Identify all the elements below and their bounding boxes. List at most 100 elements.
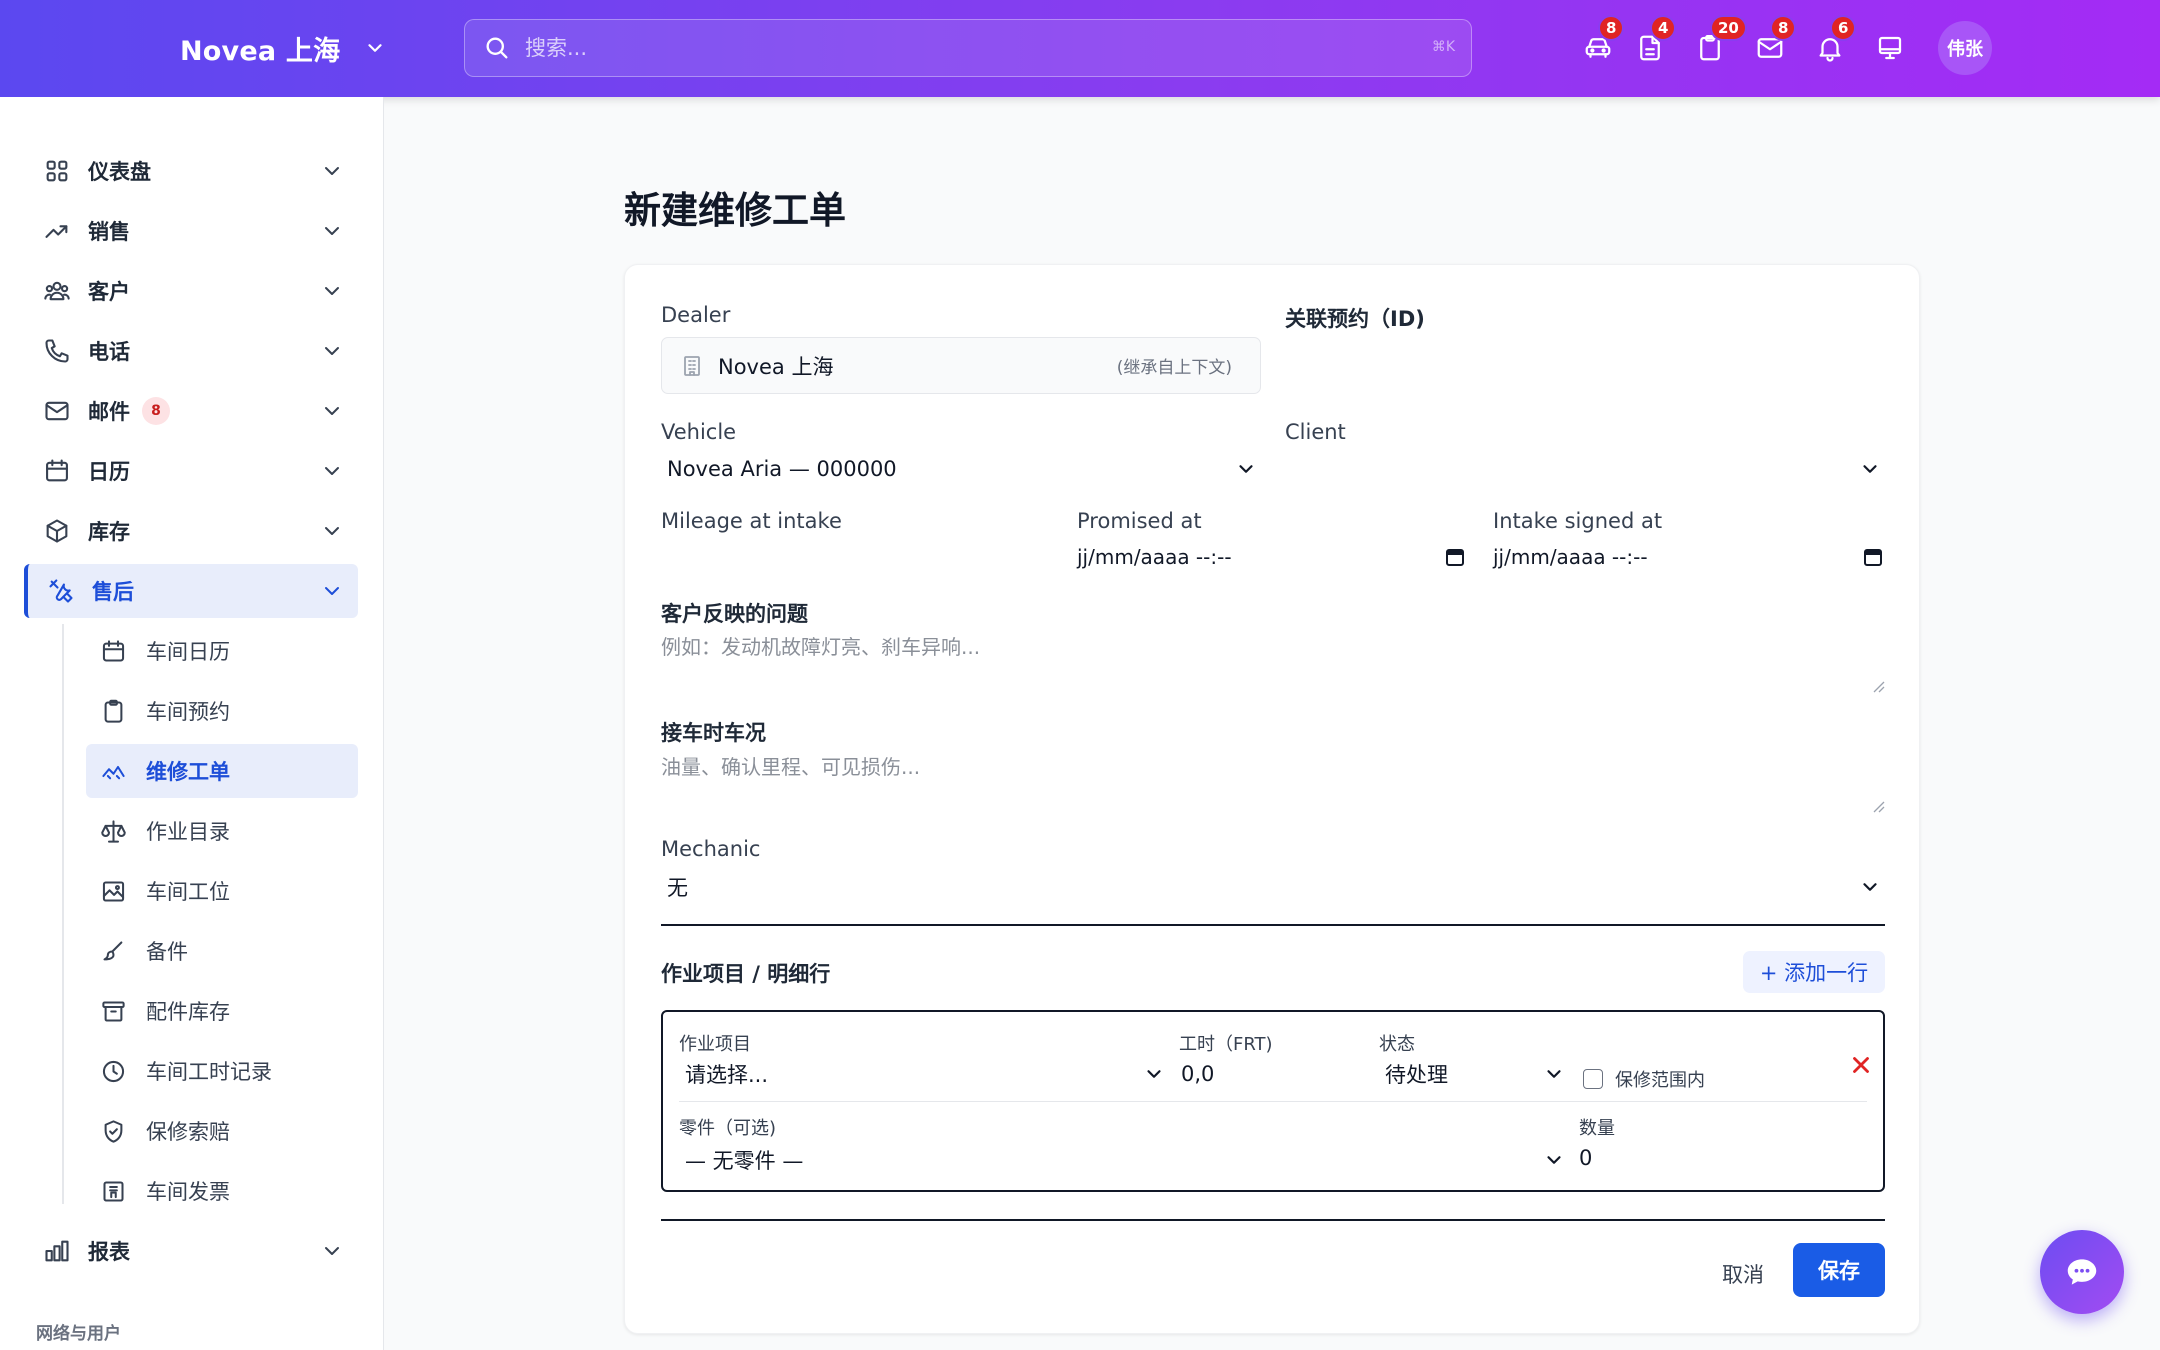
promised-label: Promised at	[1077, 509, 1202, 533]
search-bar[interactable]: ⌘K	[464, 19, 1472, 77]
mileage-input[interactable]	[661, 537, 1051, 577]
qty-value: 0	[1579, 1146, 1593, 1170]
sidebar-item-reports[interactable]: 报表	[24, 1224, 358, 1278]
dealer-switcher[interactable]: Novea 上海	[180, 28, 386, 68]
wrench-icon	[101, 765, 125, 779]
sidebar-item-dashboard[interactable]: 仪表盘	[24, 144, 358, 198]
sidebar-item-customers[interactable]: 客户	[24, 264, 358, 318]
search-input[interactable]	[525, 36, 1471, 60]
chevron-down-icon	[325, 407, 339, 415]
calendar-icon	[102, 639, 124, 662]
cancel-button[interactable]: 取消	[1703, 1249, 1783, 1299]
sidebar-subitem-workshop-calendar[interactable]: 车间日历	[86, 624, 358, 678]
notification-badge: 8	[1598, 15, 1625, 41]
calendar-icon	[46, 459, 68, 482]
sidebar-subitem-label: 车间预约	[146, 700, 230, 724]
brand-name: Novea 上海	[180, 35, 341, 67]
appointment-label: 关联预约（ID)	[1285, 307, 1425, 331]
mechanic-select[interactable]: 无	[661, 867, 1885, 907]
sidebar-item-mail[interactable]: 邮件 8	[24, 384, 358, 438]
search-shortcut: ⌘K	[1431, 39, 1455, 55]
close-icon[interactable]	[1848, 1052, 1874, 1078]
resize-grip-icon[interactable]	[1871, 799, 1885, 813]
chevron-down-icon	[368, 44, 382, 52]
chevron-down-icon	[1547, 1070, 1561, 1078]
complaint-placeholder: 例如：发动机故障灯亮、刹车异响...	[661, 635, 981, 659]
sidebar-subitem-repair-orders[interactable]: 维修工单	[86, 744, 358, 798]
sidebar-subitem-job-catalog[interactable]: 作业目录	[86, 804, 358, 858]
sidebar-subitem-parts-stock[interactable]: 配件库存	[86, 984, 358, 1038]
status-label: 状态	[1379, 1034, 1415, 1055]
notifications-button[interactable]: 6	[1812, 15, 1857, 66]
user-avatar[interactable]: 伟张	[1938, 21, 1992, 75]
dealer-label: Dealer	[661, 303, 731, 327]
sidebar-subitem-label: 配件库存	[146, 1000, 230, 1024]
vehicles-button[interactable]: 8	[1580, 15, 1625, 66]
client-select[interactable]	[1285, 449, 1885, 489]
intake-signed-at-input[interactable]: jj/mm/aaaa --:--	[1493, 537, 1885, 577]
top-bar: Novea 上海 ⌘K 8 4 20 8 6 伟张	[0, 0, 2160, 97]
chevron-down-icon	[325, 467, 339, 475]
add-line-button[interactable]: + 添加一行	[1743, 951, 1885, 993]
page-title: 新建维修工单	[624, 189, 846, 232]
appointment-id-input[interactable]	[1285, 337, 1885, 394]
display-button[interactable]	[1872, 30, 1908, 66]
operation-select[interactable]: 请选择...	[679, 1054, 1169, 1094]
vehicle-select[interactable]: Novea Aria — 000000	[661, 449, 1261, 489]
sidebar-subitem-label: 备件	[146, 940, 188, 964]
notification-badge: 6	[1830, 15, 1857, 41]
tasks-button[interactable]: 20	[1692, 15, 1747, 66]
sidebar-item-sales[interactable]: 销售	[24, 204, 358, 258]
condition-textarea[interactable]: 油量、确认里程、可见损伤...	[661, 751, 1885, 813]
warranty-label: 保修范围内	[1615, 1070, 1705, 1091]
sidebar-subitem-warranty-claims[interactable]: 保修索赔	[86, 1104, 358, 1158]
frt-value: 0,0	[1181, 1062, 1215, 1086]
chevron-down-icon	[325, 287, 339, 295]
lines-title: 作业项目 / 明细行	[661, 962, 831, 986]
promised-at-input[interactable]: jj/mm/aaaa --:--	[1077, 537, 1467, 577]
sidebar-item-inventory[interactable]: 库存	[24, 504, 358, 558]
warranty-checkbox[interactable]: 保修范围内	[1583, 1066, 1705, 1092]
frt-label: 工时（FRT)	[1179, 1034, 1273, 1055]
sidebar-item-label: 仪表盘	[88, 160, 151, 184]
sidebar-subitem-label: 车间工位	[146, 880, 230, 904]
frt-input[interactable]: 0,0	[1175, 1054, 1355, 1094]
notification-badge: 8	[1770, 15, 1797, 41]
sidebar-item-calendar[interactable]: 日历	[24, 444, 358, 498]
intake-label: Intake signed at	[1493, 509, 1663, 533]
chat-button[interactable]	[2040, 1230, 2124, 1314]
sidebar-subitem-workshop-invoices[interactable]: 车间发票	[86, 1164, 358, 1218]
checkbox-box[interactable]	[1583, 1069, 1603, 1089]
condition-label: 接车时车况	[661, 721, 766, 745]
calendar-icon	[1864, 549, 1882, 566]
phone-icon	[45, 339, 69, 363]
trending-up-icon	[45, 225, 68, 238]
promised-at-value: jj/mm/aaaa --:--	[1077, 545, 1232, 569]
grid-icon	[46, 160, 68, 182]
qty-input[interactable]: 0	[1573, 1138, 1863, 1178]
operation-select-value: 请选择...	[685, 1063, 769, 1087]
part-select[interactable]: — 无零件 —	[679, 1140, 1569, 1180]
sidebar-item-label: 日历	[88, 460, 130, 484]
box-icon	[46, 519, 68, 543]
sidebar-subitem-workshop-bays[interactable]: 车间工位	[86, 864, 358, 918]
sidebar-subitem-workshop-appointments[interactable]: 车间预约	[86, 684, 358, 738]
scale-icon	[100, 819, 126, 843]
sidebar-item-phone[interactable]: 电话	[24, 324, 358, 378]
sidebar-subitem-parts[interactable]: 备件	[86, 924, 358, 978]
chat-icon	[2067, 1259, 2097, 1285]
chevron-down-icon	[1863, 883, 1877, 891]
complaint-textarea[interactable]: 例如：发动机故障灯亮、刹车异响...	[661, 631, 1885, 693]
documents-button[interactable]: 4	[1632, 15, 1677, 66]
sidebar-subitem-label: 车间日历	[146, 640, 230, 664]
messages-button[interactable]: 8	[1752, 15, 1797, 66]
tools-icon	[49, 579, 73, 603]
resize-grip-icon[interactable]	[1871, 679, 1885, 693]
sidebar-item-label: 客户	[88, 280, 130, 304]
sidebar-item-label: 售后	[92, 580, 134, 604]
sidebar-subitem-label: 作业目录	[146, 820, 230, 844]
save-button[interactable]: 保存	[1793, 1243, 1885, 1297]
sidebar-item-aftersales[interactable]: 售后	[24, 564, 358, 618]
status-select[interactable]: 待处理	[1379, 1054, 1569, 1094]
sidebar-subitem-labor-time[interactable]: 车间工时记录	[86, 1044, 358, 1098]
